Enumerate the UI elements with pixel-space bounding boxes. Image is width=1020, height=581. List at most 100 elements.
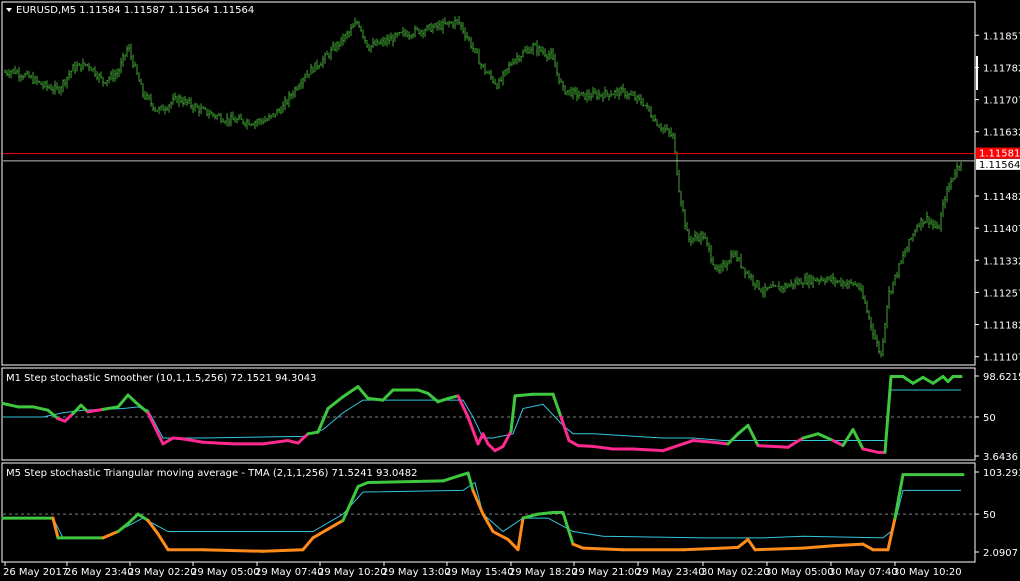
main-line-segment: [506, 537, 520, 552]
price-tick-label: 1.11707: [983, 96, 1020, 107]
main-line-segment: [261, 548, 305, 553]
time-tick-label: 30 May 07:40: [829, 567, 898, 578]
tma-title: M5 Step stochastic Triangular moving ave…: [6, 468, 417, 479]
main-line-segment: [721, 545, 740, 550]
price-tick-label: 1.11332: [983, 256, 1020, 267]
main-line-segment: [516, 516, 525, 552]
main-line-segment: [156, 532, 170, 552]
main-line-segment: [341, 385, 360, 399]
symbol-header-text: EURUSD,M5 1.11584 1.11587 1.11564 1.1156…: [16, 5, 254, 16]
time-tick-label: 29 May 15:40: [445, 567, 514, 578]
main-line-segment: [861, 447, 880, 454]
main-line-segment: [1, 401, 20, 409]
main-line-segment: [883, 375, 893, 454]
main-line-segment: [736, 423, 750, 436]
main-line-segment: [296, 432, 310, 445]
time-axis: 26 May 201726 May 23:4029 May 02:2029 Ma…: [3, 562, 962, 578]
stochastic-title: M1 Step stochastic Smoother (10,1,1.5,25…: [6, 373, 316, 384]
main-line-segment: [581, 546, 625, 552]
main-line-segment: [316, 407, 330, 434]
main-line-segment: [816, 432, 835, 443]
indicator-tick-label: 103.2939: [983, 468, 1020, 479]
price-tick-label: 1.11857: [983, 31, 1020, 42]
main-line-segment: [521, 512, 540, 520]
main-line-segment: [181, 437, 205, 444]
main-line-segment: [466, 471, 475, 492]
price-pane-frame: [1, 1, 976, 366]
main-line-segment: [366, 479, 445, 485]
scroll-marker: [976, 56, 978, 90]
price-tick-label: 1.11182: [983, 321, 1020, 332]
indicator-tick-label: 98.6215: [983, 372, 1020, 383]
price-tick-label: 1.11107: [983, 353, 1020, 364]
main-line-segment: [146, 518, 160, 536]
time-tick-label: 29 May 21:00: [572, 567, 641, 578]
main-line-segment: [921, 375, 935, 385]
bid-badge: 1.11564: [976, 158, 1020, 171]
main-line-segment: [931, 375, 945, 385]
main-line-segment: [326, 395, 345, 411]
main-line-segment: [756, 444, 775, 448]
main-line-segment: [51, 516, 60, 540]
trading-chart[interactable]: 1.11857 1.11782 1.11707 1.11632 1.11482 1.114…: [0, 0, 1020, 581]
main-line-segment: [381, 388, 395, 402]
main-line-segment: [306, 430, 320, 436]
main-line-segment: [116, 393, 130, 409]
main-line-segment: [509, 394, 517, 433]
indicator-tick-label: 50: [983, 510, 996, 521]
main-line-segment: [661, 439, 695, 453]
stochastic-tma-pane[interactable]: M5 Step stochastic Triangular moving ave…: [1, 462, 1020, 563]
tma-lines: [1, 471, 975, 553]
time-tick-label: 26 May 23:40: [65, 567, 134, 578]
main-line-segment: [801, 544, 835, 550]
main-line-segment: [301, 536, 315, 552]
stochastic-smoother-pane[interactable]: M1 Step stochastic Smoother (10,1,1.5,25…: [1, 367, 1020, 463]
time-tick-label: 30 May 05:00: [765, 567, 834, 578]
time-tick-label: 30 May 10:20: [893, 567, 962, 578]
main-line-segment: [71, 403, 83, 416]
main-line-segment: [161, 436, 175, 446]
main-line-segment: [559, 415, 571, 443]
main-line-segment: [261, 439, 290, 446]
time-tick-label: 29 May 07:40: [255, 567, 324, 578]
main-line-segment: [886, 516, 897, 552]
main-line-segment: [753, 546, 805, 552]
main-line-segment: [801, 432, 820, 440]
main-line-segment: [126, 393, 138, 405]
main-line-segment: [746, 537, 757, 552]
main-line-segment: [126, 512, 140, 526]
main-line-segment: [171, 436, 185, 441]
main-line-segment: [513, 392, 535, 398]
time-tick-label: 30 May 02:20: [701, 567, 770, 578]
time-tick-label: 26 May 2017: [3, 567, 68, 578]
tma-axis: 103.2939 50 2.0907: [975, 468, 1020, 559]
main-line-segment: [441, 473, 465, 483]
main-line-segment: [491, 530, 510, 541]
time-tick-label: 29 May 10:20: [318, 567, 387, 578]
ask-price-label: 1.11581: [979, 149, 1020, 160]
main-line-segment: [356, 385, 370, 400]
price-tick-label: 1.11407: [983, 224, 1020, 235]
indicator-tick-label: 3.6436: [983, 452, 1018, 463]
main-line-segment: [901, 375, 915, 385]
main-line-segment: [481, 432, 490, 446]
price-pane[interactable]: 1.11857 1.11782 1.11707 1.11632 1.11482 1.114…: [1, 1, 1020, 366]
main-line-segment: [356, 481, 370, 488]
main-line-segment: [571, 542, 585, 550]
time-tick-label: 29 May 13:00: [382, 567, 451, 578]
triangle-down-icon[interactable]: [6, 8, 12, 12]
main-line-segment: [536, 511, 555, 516]
stochastic-axis: 98.6215 50 3.6436: [975, 372, 1020, 463]
main-line-segment: [481, 512, 495, 534]
price-tick-label: 1.11257: [983, 288, 1020, 299]
symbol-header: EURUSD,M5 1.11584 1.11587 1.11564 1.1156…: [6, 5, 254, 16]
main-line-segment: [786, 436, 805, 449]
main-line-segment: [841, 428, 855, 448]
main-line-segment: [101, 530, 120, 540]
main-line-segment: [501, 429, 513, 448]
main-line-segment: [201, 440, 235, 446]
main-line-segment: [576, 444, 595, 448]
time-tick-label: 29 May 23:40: [636, 567, 705, 578]
main-line-segment: [201, 548, 265, 553]
main-line-segment: [366, 396, 385, 402]
